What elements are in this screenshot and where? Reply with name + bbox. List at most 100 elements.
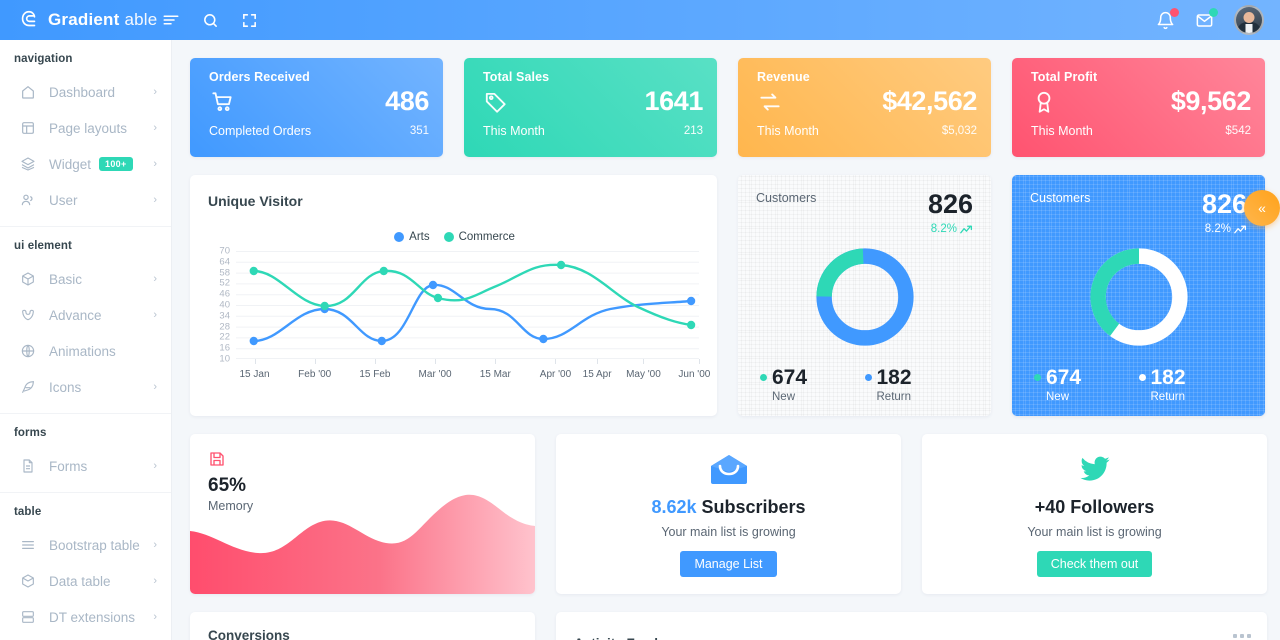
conversions-title: Conversions [208, 628, 290, 640]
subscribers-card: 8.62k Subscribers Your main list is grow… [556, 434, 901, 594]
chevron-right-icon: › [153, 538, 157, 551]
sidebar-item-label: Icons [49, 379, 82, 395]
customers-card-accent: Customers 826 8.2% 674 New 182 Return [1012, 175, 1265, 416]
visitor-line-chart: 70 64 58 52 46 40 34 28 22 16 10 15 Jan … [208, 246, 710, 380]
percent-value: 8.2% [930, 223, 957, 235]
customers-total: 826 [1201, 189, 1247, 219]
stat-card-total-profit[interactable]: Total Profit $9,562 This Month $542 [1012, 58, 1265, 157]
stat-card-total-sales[interactable]: Total Sales 1641 This Month 213 [464, 58, 717, 157]
x-tick-label: 15 Feb [359, 369, 391, 380]
heart-icon [20, 307, 37, 324]
sidebar-item-label: Page layouts [49, 120, 128, 136]
chevron-right-icon: › [153, 193, 157, 206]
legend-label: Arts [409, 231, 430, 243]
return-dot [1138, 374, 1146, 381]
customers-new-stat: 674 New [1034, 367, 1139, 403]
sidebar-item-icons[interactable]: Icons › [0, 369, 171, 405]
y-tick-label: 40 [219, 299, 230, 311]
sidebar-group-navigation: navigation Dashboard › Page layouts › Wi… [0, 40, 171, 227]
sidebar-item-badge: 100+ [99, 157, 133, 171]
customers-card-light: Customers 826 8.2% 674 New 182 Return [738, 175, 991, 416]
customers-total: 826 [927, 189, 973, 219]
y-tick-label: 34 [219, 310, 230, 322]
sidebar-item-basic[interactable]: Basic › [0, 261, 171, 297]
twitter-icon [922, 450, 1267, 488]
sidebar-item-label: Forms [49, 458, 88, 474]
brand-title-bold: Gradient [48, 10, 120, 29]
sidebar-item-user[interactable]: User › [0, 182, 171, 218]
sidebar-caption-table: table [14, 506, 42, 518]
memory-card: 65% Memory [190, 434, 535, 594]
chevron-double-left-icon[interactable]: « [1244, 190, 1280, 226]
chevron-right-icon: › [153, 574, 157, 587]
stat-card-revenue[interactable]: Revenue $42,562 This Month $5,032 [738, 58, 991, 157]
stat-card-foot-label: This Month [483, 124, 545, 138]
more-options-icon[interactable] [1233, 634, 1251, 638]
sidebar-item-animations[interactable]: Animations [0, 333, 171, 369]
followers-count-label: +40 Followers [1034, 497, 1155, 517]
tag-icon [483, 89, 509, 115]
chevron-right-icon: › [153, 610, 157, 623]
sidebar-item-page-layouts[interactable]: Page layouts › [0, 110, 171, 146]
legend-item-arts[interactable]: Arts [394, 231, 430, 243]
stat-card-title: Orders Received [209, 70, 310, 84]
trend-up-icon [960, 225, 973, 233]
middle-row: Unique Visitor Arts Commerce 70 64 58 52 [172, 157, 1280, 416]
sidebar-item-label: Dashboard [49, 84, 116, 100]
manage-list-button[interactable]: Manage List [680, 551, 777, 577]
search-icon[interactable] [202, 12, 219, 29]
x-axis-labels: 15 Jan Feb '00 15 Feb Mar '00 15 Mar Apr… [236, 369, 711, 385]
stat-card-orders-received[interactable]: Orders Received 486 Completed Orders 351 [190, 58, 443, 157]
fullscreen-icon[interactable] [241, 12, 258, 29]
memory-area-path [190, 494, 535, 594]
customers-new-value: 674 [1046, 366, 1082, 389]
bottom-row: 65% Memory 8.62k Subscribers Your main l… [172, 416, 1280, 594]
server-icon [20, 609, 37, 626]
followers-card: +40 Followers Your main list is growing … [922, 434, 1267, 594]
y-tick-label: 22 [219, 331, 230, 343]
followers-headline: +40 Followers [922, 497, 1267, 518]
sidebar-item-widget[interactable]: Widget 100+ › [0, 146, 171, 182]
sidebar-item-label: Data table [49, 573, 111, 589]
customers-percent-change: 8.2% [928, 223, 973, 235]
sidebar-item-data-table[interactable]: Data table › [0, 563, 171, 599]
mail-open-icon [556, 450, 901, 488]
mail-icon[interactable] [1195, 7, 1218, 30]
memory-area-svg [190, 494, 535, 594]
trend-up-icon [1234, 225, 1247, 233]
new-dot [1034, 374, 1041, 381]
stat-card-value: $42,562 [882, 86, 977, 116]
sidebar-item-label: Bootstrap table [49, 537, 140, 553]
customers-label: Customers [756, 191, 817, 205]
hamburger-menu-icon[interactable] [162, 11, 180, 29]
sidebar-item-forms[interactable]: Forms › [0, 448, 171, 484]
stat-card-value: 486 [385, 86, 429, 116]
list-icon [20, 537, 37, 554]
package-icon [20, 573, 37, 590]
stat-card-value: 1641 [644, 86, 704, 116]
sidebar-item-label: Advance [49, 307, 102, 323]
subscribers-subtitle: Your main list is growing [661, 525, 796, 539]
bell-icon[interactable] [1156, 7, 1179, 30]
sidebar-item-dt-extensions[interactable]: DT extensions › [0, 599, 171, 635]
subscribers-headline: 8.62k Subscribers [556, 497, 901, 518]
chevron-right-icon: › [153, 85, 157, 98]
avatar[interactable] [1234, 5, 1264, 35]
sidebar-item-advance[interactable]: Advance › [0, 297, 171, 333]
brand-logo[interactable]: Gradient able [0, 9, 172, 31]
legend-swatch-commerce [443, 232, 454, 242]
activity-feed-card: Activity Feed [556, 612, 1267, 640]
sidebar-group-table: table Bootstrap table › Data table › DT … [0, 493, 171, 640]
sidebar-item-dashboard[interactable]: Dashboard › [0, 74, 171, 110]
peek-row: Conversions Activity Feed [172, 594, 1280, 640]
legend-item-commerce[interactable]: Commerce [443, 231, 515, 243]
customers-return-stat: 182 Return [1138, 367, 1244, 403]
unique-visitor-card: Unique Visitor Arts Commerce 70 64 58 52 [190, 175, 717, 416]
sidebar-item-label: Basic [49, 271, 83, 287]
sidebar-item-bootstrap-table[interactable]: Bootstrap table › [0, 527, 171, 563]
top-header-bar: Gradient able [0, 0, 1280, 40]
customers-return-stat: 182 Return [864, 367, 970, 403]
check-them-out-button[interactable]: Check them out [1036, 551, 1153, 577]
chevron-right-icon: › [153, 121, 157, 134]
brand-title-light: able [119, 10, 158, 29]
